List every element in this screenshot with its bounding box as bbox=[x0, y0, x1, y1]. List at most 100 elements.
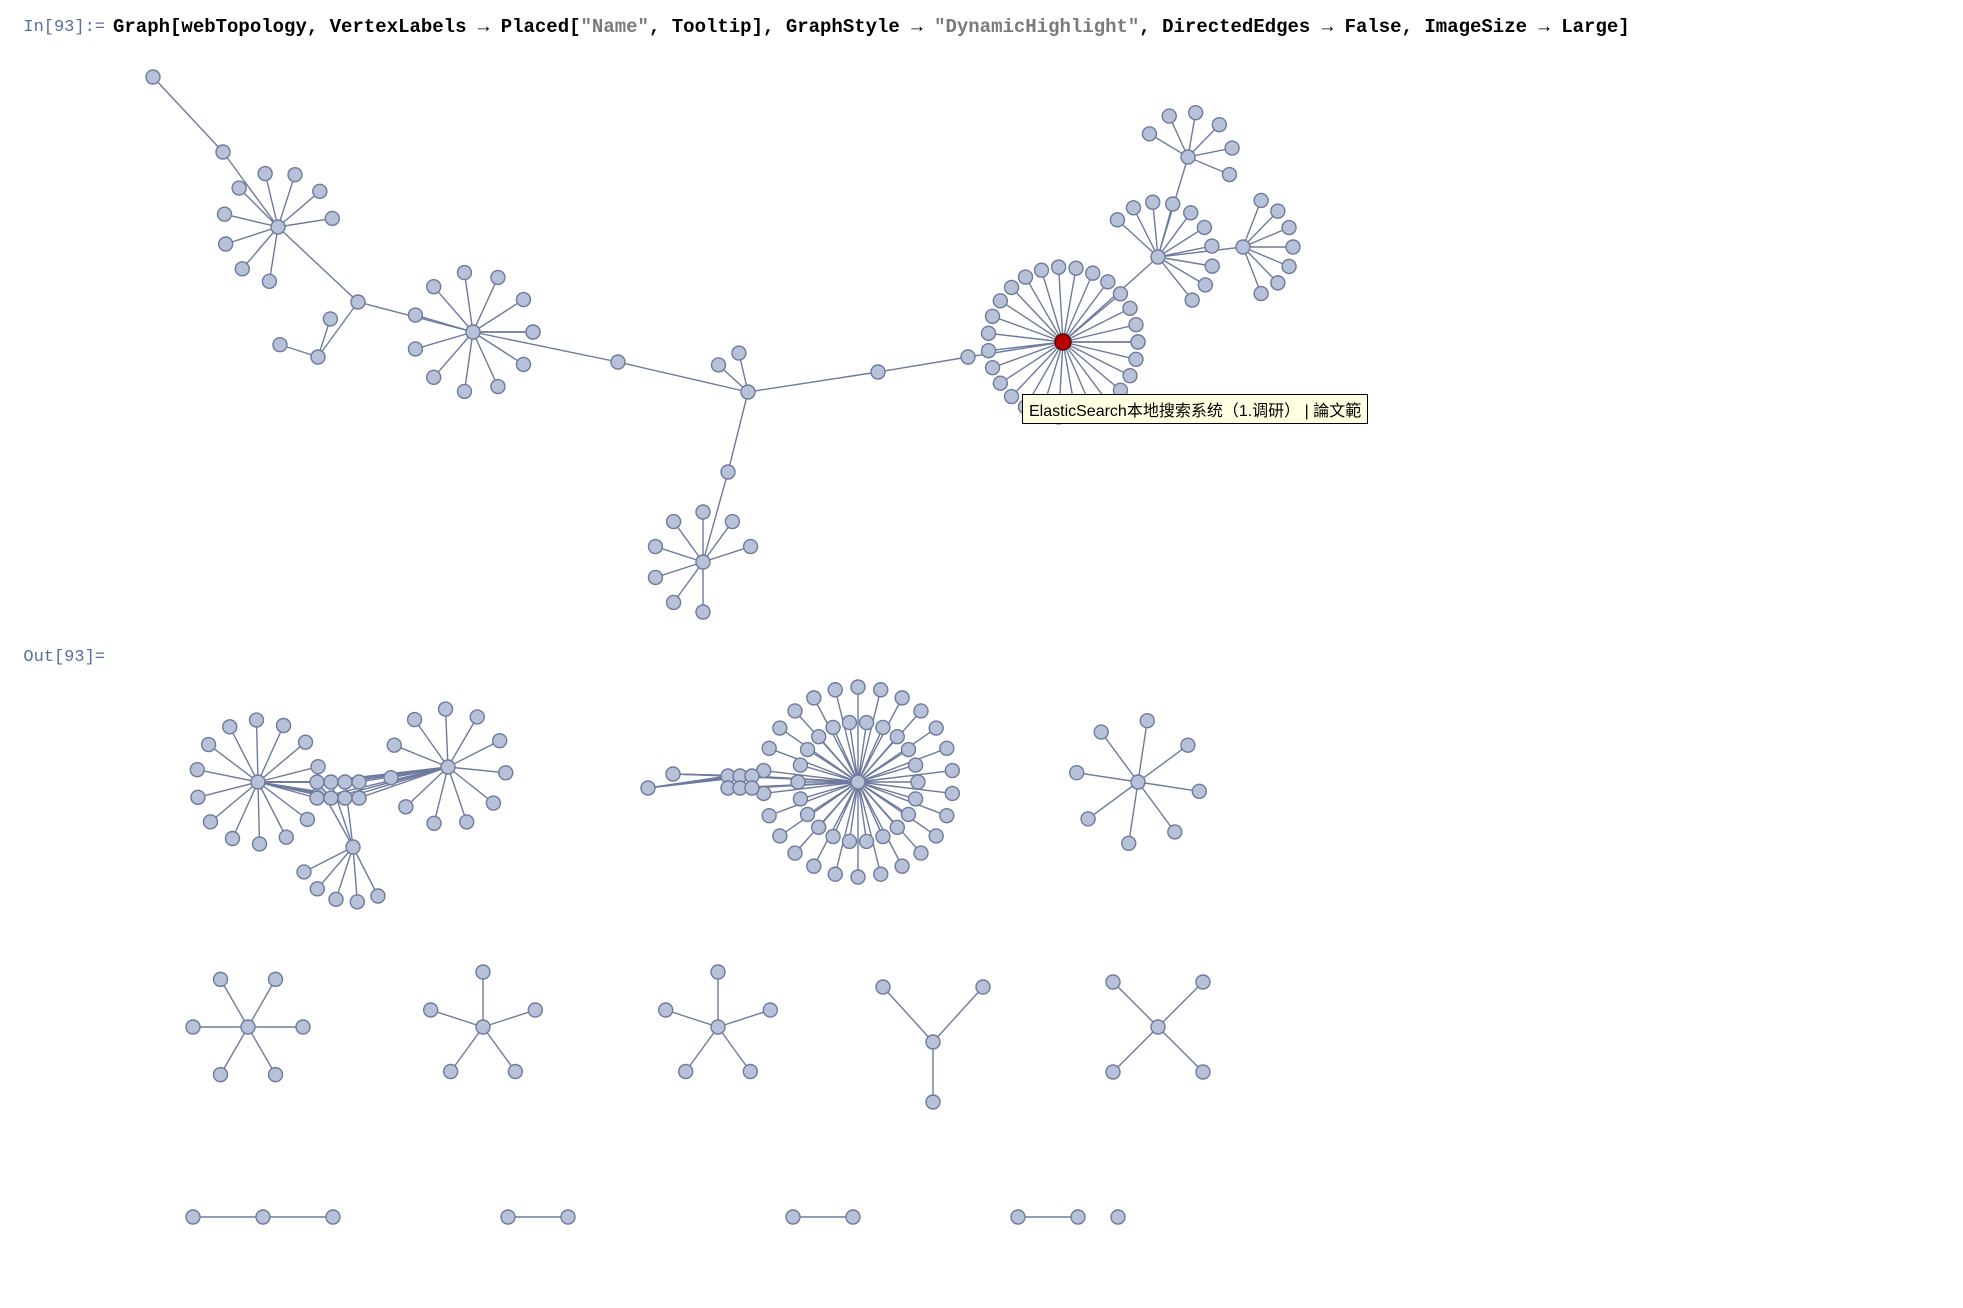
graph-node[interactable] bbox=[444, 1064, 458, 1078]
graph-node[interactable] bbox=[842, 834, 856, 848]
graph-node[interactable] bbox=[296, 1020, 310, 1034]
graph-node[interactable] bbox=[909, 792, 923, 806]
graph-node[interactable] bbox=[1070, 766, 1084, 780]
graph-node[interactable] bbox=[351, 295, 365, 309]
graph-node[interactable] bbox=[1185, 293, 1199, 307]
graph-node[interactable] bbox=[501, 1210, 515, 1224]
graph-node[interactable] bbox=[762, 741, 776, 755]
graph-node[interactable] bbox=[408, 308, 422, 322]
graph-node[interactable] bbox=[1196, 1065, 1210, 1079]
graph-node[interactable] bbox=[219, 237, 233, 251]
graph-node[interactable] bbox=[788, 846, 802, 860]
graph-node[interactable] bbox=[399, 800, 413, 814]
graph-node[interactable] bbox=[1162, 109, 1176, 123]
graph-node[interactable] bbox=[1131, 775, 1145, 789]
graph-node[interactable] bbox=[476, 1020, 490, 1034]
graph-node[interactable] bbox=[744, 540, 758, 554]
graph-node[interactable] bbox=[911, 775, 925, 789]
graph-node-highlighted[interactable] bbox=[1055, 334, 1071, 350]
graph-node[interactable] bbox=[1113, 287, 1127, 301]
graph-node[interactable] bbox=[300, 812, 314, 826]
graph-node[interactable] bbox=[299, 735, 313, 749]
graph-node[interactable] bbox=[1034, 407, 1048, 421]
graph-node[interactable] bbox=[945, 764, 959, 778]
graph-node[interactable] bbox=[641, 781, 655, 795]
graph-node[interactable] bbox=[216, 145, 230, 159]
graph-node[interactable] bbox=[982, 326, 996, 340]
graph-node[interactable] bbox=[940, 741, 954, 755]
graph-node[interactable] bbox=[1071, 1210, 1085, 1224]
graph-node[interactable] bbox=[202, 738, 216, 752]
graph-node[interactable] bbox=[1168, 825, 1182, 839]
graph-node[interactable] bbox=[940, 809, 954, 823]
graph-node[interactable] bbox=[1254, 287, 1268, 301]
graph-node[interactable] bbox=[460, 815, 474, 829]
graph-node[interactable] bbox=[763, 1003, 777, 1017]
graph-node[interactable] bbox=[214, 972, 228, 986]
graph-node[interactable] bbox=[611, 355, 625, 369]
graph-node[interactable] bbox=[876, 830, 890, 844]
graph-node[interactable] bbox=[1123, 301, 1137, 315]
graph-node[interactable] bbox=[895, 691, 909, 705]
graph-node[interactable] bbox=[773, 829, 787, 843]
graph-node[interactable] bbox=[807, 859, 821, 873]
graph-node[interactable] bbox=[945, 786, 959, 800]
graph-node[interactable] bbox=[1129, 318, 1143, 332]
graph-node[interactable] bbox=[526, 325, 540, 339]
graph-node[interactable] bbox=[1192, 784, 1206, 798]
graph-node[interactable] bbox=[408, 342, 422, 356]
graph-node[interactable] bbox=[851, 870, 865, 884]
graph-node[interactable] bbox=[1166, 197, 1180, 211]
graph-node[interactable] bbox=[901, 743, 915, 757]
graph-node[interactable] bbox=[223, 720, 237, 734]
graph-node[interactable] bbox=[241, 1020, 255, 1034]
graph-node[interactable] bbox=[648, 570, 662, 584]
graph-node[interactable] bbox=[1225, 141, 1239, 155]
graph-node[interactable] bbox=[516, 357, 530, 371]
graph-node[interactable] bbox=[218, 207, 232, 221]
graph-node[interactable] bbox=[350, 895, 364, 909]
graph-node[interactable] bbox=[516, 293, 530, 307]
graph-node[interactable] bbox=[1198, 278, 1212, 292]
graph-node[interactable] bbox=[926, 1035, 940, 1049]
graph-node[interactable] bbox=[696, 605, 710, 619]
graph-node[interactable] bbox=[352, 791, 366, 805]
graph-node[interactable] bbox=[329, 892, 343, 906]
graph-node[interactable] bbox=[986, 361, 1000, 375]
graph-node[interactable] bbox=[890, 730, 904, 744]
graph-node[interactable] bbox=[384, 771, 398, 785]
graph-node[interactable] bbox=[876, 720, 890, 734]
graph-node[interactable] bbox=[773, 721, 787, 735]
graph-node[interactable] bbox=[424, 1003, 438, 1017]
graph-node[interactable] bbox=[895, 859, 909, 873]
graph-node[interactable] bbox=[828, 683, 842, 697]
graph-node[interactable] bbox=[1101, 395, 1115, 409]
graph-svg[interactable] bbox=[113, 42, 1473, 1272]
graph-node[interactable] bbox=[1086, 266, 1100, 280]
graph-node[interactable] bbox=[1123, 369, 1137, 383]
graph-node[interactable] bbox=[807, 691, 821, 705]
graph-node[interactable] bbox=[1034, 263, 1048, 277]
graph-node[interactable] bbox=[712, 358, 726, 372]
graph-node[interactable] bbox=[346, 840, 360, 854]
graph-node[interactable] bbox=[666, 767, 680, 781]
graph-node[interactable] bbox=[508, 1064, 522, 1078]
graph-node[interactable] bbox=[262, 274, 276, 288]
graph-node[interactable] bbox=[851, 775, 865, 789]
graph-node[interactable] bbox=[721, 465, 735, 479]
graph-node[interactable] bbox=[324, 775, 338, 789]
input-code[interactable]: Graph[webTopology, VertexLabels → Placed… bbox=[113, 6, 1630, 38]
graph-node[interactable] bbox=[667, 595, 681, 609]
graph-node[interactable] bbox=[186, 1020, 200, 1034]
graph-node[interactable] bbox=[1146, 195, 1160, 209]
graph-node[interactable] bbox=[288, 168, 302, 182]
graph-node[interactable] bbox=[1052, 410, 1066, 424]
graph-node[interactable] bbox=[788, 704, 802, 718]
graph-node[interactable] bbox=[860, 834, 874, 848]
graph-node[interactable] bbox=[256, 1210, 270, 1224]
graph-output[interactable]: ElasticSearch本地搜索系统（1.调研） | 論文範 bbox=[113, 42, 1473, 1272]
graph-node[interactable] bbox=[1094, 725, 1108, 739]
graph-node[interactable] bbox=[476, 965, 490, 979]
graph-node[interactable] bbox=[486, 796, 500, 810]
graph-node[interactable] bbox=[324, 791, 338, 805]
